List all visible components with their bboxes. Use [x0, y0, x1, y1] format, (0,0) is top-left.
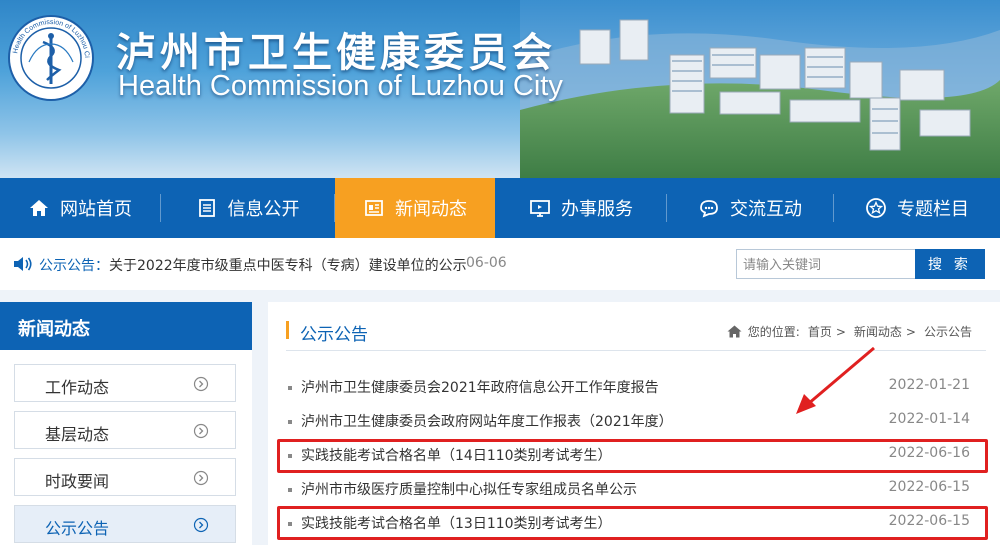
list-item-title[interactable]: 泸州市卫生健康委员会2021年政府信息公开工作年度报告	[301, 377, 659, 397]
list-item-date: 2022-01-21	[888, 377, 970, 393]
breadcrumb-prefix: 您的位置:	[747, 325, 800, 339]
sidebar-item-label: 时政要闻	[45, 472, 110, 491]
chevron-right-circle-icon	[193, 470, 209, 486]
sidebar-item-political-news[interactable]: 时政要闻	[14, 458, 236, 496]
health-commission-emblem-icon: Health Commission of Luzhou City	[7, 14, 94, 101]
nav-item-label: 交流互动	[730, 199, 802, 220]
nav-item-special-topics[interactable]: 专题栏目	[834, 178, 1000, 238]
bullet	[288, 420, 292, 424]
main-nav: 网站首页 信息公开 新闻动态 办事服务 交流互动 专题栏目	[0, 178, 1000, 238]
list-item-title[interactable]: 泸州市市级医疗质量控制中心拟任专家组成员名单公示	[301, 479, 637, 499]
nav-item-label: 新闻动态	[395, 199, 467, 220]
nav-item-home[interactable]: 网站首页	[0, 178, 160, 238]
nav-item-label: 专题栏目	[897, 199, 969, 220]
nav-item-services[interactable]: 办事服务	[496, 178, 666, 238]
home-icon	[30, 200, 48, 216]
breadcrumb-link-announcements[interactable]: 公示公告	[924, 323, 972, 340]
nav-item-label: 办事服务	[561, 199, 633, 220]
chat-icon	[700, 200, 718, 218]
list-item[interactable]: 泸州市市级医疗质量控制中心拟任专家组成员名单公示 2022-06-15	[268, 472, 1000, 506]
chevron-right-circle-icon	[193, 376, 209, 392]
breadcrumb-link-news[interactable]: 新闻动态	[854, 323, 902, 340]
nav-item-interaction[interactable]: 交流互动	[667, 178, 833, 238]
bullet	[288, 386, 292, 390]
nav-item-info-disclosure[interactable]: 信息公开	[161, 178, 334, 238]
breadcrumb-link-home[interactable]: 首页	[808, 323, 832, 340]
sidebar-item-announcements[interactable]: 公示公告	[14, 505, 236, 543]
nav-item-label: 网站首页	[60, 199, 132, 220]
breadcrumb: 您的位置: 首页 > 新闻动态 > 公示公告	[727, 323, 976, 340]
notice-label: 公示公告：	[39, 258, 109, 274]
site-subtitle: Health Commission of Luzhou City	[118, 70, 563, 102]
home-icon	[727, 325, 742, 338]
search-button[interactable]: 搜 索	[915, 249, 985, 279]
sidebar-title: 新闻动态	[0, 302, 252, 350]
monitor-icon	[530, 200, 550, 217]
nav-item-news[interactable]: 新闻动态	[335, 178, 495, 238]
list-item-date: 2022-01-14	[888, 411, 970, 427]
search-input[interactable]	[736, 249, 916, 279]
document-icon	[198, 199, 215, 217]
highlight-box	[277, 506, 988, 540]
sidebar-item-label: 基层动态	[45, 425, 110, 444]
site-header: Health Commission of Luzhou City 泸州市卫生健康…	[0, 0, 1000, 178]
hospital-campus-illustration	[520, 0, 1000, 178]
red-arrow-annotation	[796, 346, 875, 414]
speaker-icon	[14, 257, 32, 271]
highlight-box	[277, 439, 988, 473]
list-item[interactable]: 泸州市卫生健康委员会政府网站年度工作报表（2021年度） 2022-01-14	[268, 404, 1000, 438]
sidebar-item-label: 工作动态	[45, 378, 110, 397]
section-divider	[286, 350, 986, 351]
section-title: 公示公告	[300, 325, 368, 345]
sidebar-item-label: 公示公告	[45, 519, 110, 538]
chevron-right-circle-icon	[193, 423, 209, 439]
sidebar-item-work-news[interactable]: 工作动态	[14, 364, 236, 402]
sidebar: 新闻动态 工作动态 基层动态 时政要闻 公示公告	[0, 302, 252, 545]
notice-date: 06-06	[466, 255, 507, 271]
section-marker	[286, 321, 289, 339]
star-icon	[866, 198, 886, 218]
notice-link[interactable]: 关于2022年度市级重点中医专科（专病）建设单位的公示	[109, 255, 467, 275]
bullet	[288, 488, 292, 492]
newspaper-icon	[365, 200, 383, 216]
breadcrumb-separator: >	[835, 324, 846, 339]
breadcrumb-separator: >	[905, 324, 916, 339]
chevron-right-circle-icon	[193, 517, 209, 533]
list-item[interactable]: 泸州市卫生健康委员会2021年政府信息公开工作年度报告 2022-01-21	[268, 370, 1000, 404]
nav-item-label: 信息公开	[227, 199, 300, 220]
list-item-title[interactable]: 泸州市卫生健康委员会政府网站年度工作报表（2021年度）	[301, 411, 673, 431]
list-item-date: 2022-06-15	[888, 479, 970, 495]
sidebar-item-grassroots-news[interactable]: 基层动态	[14, 411, 236, 449]
